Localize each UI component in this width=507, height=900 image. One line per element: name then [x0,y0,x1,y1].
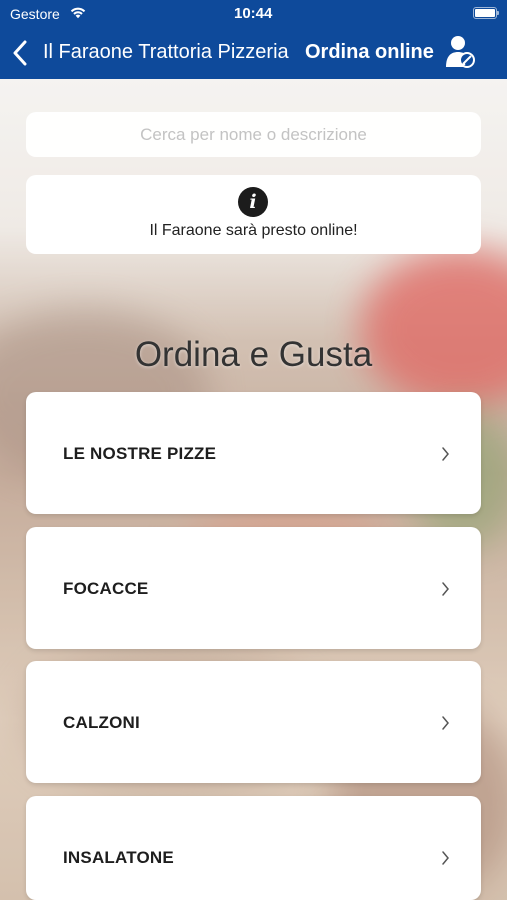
info-message: Il Faraone sarà presto online! [149,222,358,239]
search-input[interactable] [26,112,481,157]
back-button[interactable] [12,37,28,69]
wifi-icon [70,7,86,19]
nav-title[interactable]: Il Faraone Trattoria Pizzeria [43,41,289,64]
info-icon: i [238,187,268,217]
battery-icon [473,7,499,19]
info-card: i Il Faraone sarà presto online! [26,175,481,254]
chevron-right-icon [442,851,449,865]
user-icon[interactable] [444,34,476,70]
status-bar: Gestore 10:44 [0,0,507,28]
category-card-le-nostre-pizze[interactable]: LE NOSTRE PIZZE [26,392,481,514]
category-label: INSALATONE [63,848,174,867]
ordina-online-title: Ordina online [305,41,434,63]
clock: 10:44 [234,5,273,22]
carrier-label: Gestore [10,6,60,22]
category-card-insalatone[interactable]: INSALATONE [26,796,481,900]
category-label: FOCACCE [63,579,149,598]
category-card-focacce[interactable]: FOCACCE [26,527,481,649]
chevron-right-icon [442,716,449,730]
chevron-right-icon [442,447,449,461]
chevron-right-icon [442,582,449,596]
category-label: LE NOSTRE PIZZE [63,444,217,463]
chevron-left-icon [13,40,27,66]
navigation-bar: Il Faraone Trattoria Pizzeria Ordina onl… [0,28,507,79]
top-bar: Gestore 10:44 Il Faraone Trattoria Pizze… [0,0,507,79]
category-card-calzoni[interactable]: CALZONI [26,661,481,783]
category-label: CALZONI [63,713,140,732]
section-heading: Ordina e Gusta [134,335,373,374]
